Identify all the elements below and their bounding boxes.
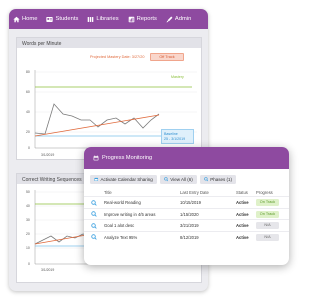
y-tick-label: 0 — [28, 146, 30, 150]
students-icon — [46, 16, 54, 22]
projected-mastery-date: Projected Mastery Date: 3/27/20 — [90, 55, 145, 59]
row-date: 10/15/2019 — [180, 200, 201, 205]
screenshot-stage: Home Students Libraries Reports Admin Wo… — [0, 0, 300, 300]
row-title: Analyze Text 95% — [104, 234, 138, 240]
row-status: Active — [236, 234, 249, 240]
x-tick-label: 3/1/2019 — [41, 153, 55, 157]
row-status: Active — [236, 200, 249, 205]
row-title: Real-world Reading — [104, 200, 141, 205]
row-title: Goal 1 alot desc — [104, 223, 135, 228]
nav-students[interactable]: Students — [46, 16, 78, 23]
progress-table: Title Last Entry Date Status Progress Re… — [84, 187, 289, 242]
column-progress[interactable]: Progress — [256, 190, 273, 195]
phases-label: Phases (1) — [210, 177, 232, 182]
table-row[interactable]: Analyze Text 95% 8/12/2019 Active N/A — [84, 230, 289, 243]
modal-header: Progress Monitoring — [84, 147, 289, 169]
column-title[interactable]: Title — [104, 190, 112, 195]
top-navbar: Home Students Libraries Reports Admin — [9, 9, 208, 29]
nav-admin-label: Admin — [174, 16, 192, 22]
progress-badge: N/A — [256, 222, 279, 229]
table-header: Title Last Entry Date Status Progress — [84, 187, 289, 196]
progress-monitoring-modal: Progress Monitoring Activate Calendar Sh… — [84, 147, 289, 265]
search-icon[interactable] — [91, 222, 97, 229]
search-icon[interactable] — [91, 211, 97, 217]
libraries-icon — [88, 16, 94, 22]
y-tick-label: 50 — [26, 190, 30, 194]
modal-title: Progress Monitoring — [102, 155, 153, 161]
home-icon — [13, 16, 20, 22]
activate-calendar-sharing-label: Activate Calendar Sharing — [100, 177, 153, 182]
y-tick-label: 40 — [26, 204, 30, 208]
calendar-icon — [94, 178, 99, 182]
nav-admin[interactable]: Admin — [166, 16, 191, 23]
column-status[interactable]: Status — [236, 190, 248, 195]
y-tick-label: 0 — [28, 262, 30, 266]
search-icon[interactable] — [91, 199, 97, 206]
column-last-entry-date[interactable]: Last Entry Date — [180, 190, 209, 195]
y-tick-label: 10 — [26, 246, 30, 250]
view-all-label: View All (6) — [170, 177, 193, 182]
modal-actions: Activate Calendar Sharing View All (6) P… — [84, 169, 289, 185]
nav-home-label: Home — [22, 16, 38, 22]
progress-badge: On Track — [256, 199, 279, 206]
words-per-minute-series — [34, 103, 160, 135]
y-tick-label: 20 — [26, 232, 30, 236]
table-row[interactable]: Goal 1 alot desc 3/21/2019 Active N/A — [84, 219, 289, 231]
search-icon — [164, 177, 169, 182]
view-all-button[interactable]: View All (6) — [159, 175, 197, 184]
row-status: Active — [236, 223, 249, 228]
table-row[interactable]: Improve writing in 4/5 areas 1/15/2020 A… — [84, 207, 289, 220]
row-status: Active — [236, 211, 249, 217]
nav-libraries[interactable]: Libraries — [87, 16, 119, 23]
baseline-value: 25 - 3/1/2019 — [164, 137, 186, 141]
y-tick-label: 30 — [26, 218, 30, 222]
phases-button[interactable]: Phases (1) — [199, 175, 236, 184]
x-tick-label: 3/1/2019 — [41, 268, 55, 272]
nav-libraries-label: Libraries — [96, 16, 119, 22]
baseline-annotation: Baseline 25 - 3/1/2019 — [161, 129, 194, 144]
mastery-label: Mastery — [171, 75, 184, 79]
search-icon — [203, 177, 208, 182]
progress-badge: On Track — [256, 210, 279, 218]
row-date: 3/21/2019 — [180, 223, 199, 228]
table-row[interactable]: Real-world Reading 10/15/2019 Active On … — [84, 196, 289, 208]
y-tick-label: 80 — [26, 70, 30, 74]
row-date: 1/15/2020 — [180, 211, 199, 217]
off-track-badge: Off Track — [150, 53, 184, 61]
row-date: 8/12/2019 — [180, 234, 199, 240]
y-tick-label: 20 — [26, 130, 30, 134]
words-per-minute-title: Words per Minute — [17, 38, 201, 48]
calendar-icon — [93, 155, 99, 161]
progress-badge: N/A — [256, 233, 279, 241]
search-icon[interactable] — [91, 234, 97, 240]
row-title: Improve writing in 4/5 areas — [104, 211, 156, 217]
nav-home[interactable]: Home — [13, 16, 37, 23]
y-tick-label: 60 — [26, 90, 30, 94]
y-tick-label: 40 — [26, 110, 30, 114]
nav-students-label: Students — [55, 16, 79, 22]
admin-icon — [166, 16, 173, 22]
words-per-minute-chart — [34, 70, 197, 149]
nav-reports[interactable]: Reports — [128, 16, 157, 23]
reports-icon — [128, 16, 134, 22]
activate-calendar-sharing-button[interactable]: Activate Calendar Sharing — [90, 175, 157, 184]
nav-reports-label: Reports — [136, 16, 157, 22]
words-per-minute-card: Words per Minute Projected Mastery Date:… — [16, 37, 202, 160]
